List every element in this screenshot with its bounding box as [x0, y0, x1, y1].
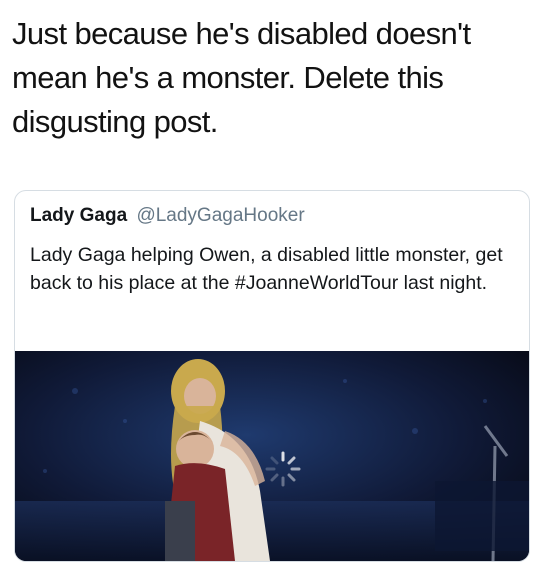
author-display-name[interactable]: Lady Gaga — [30, 205, 127, 226]
author-handle[interactable]: @LadyGagaHooker — [136, 205, 304, 226]
video-still-image — [15, 351, 529, 561]
quoted-tweet-text: Lady Gaga helping Owen, a disabled littl… — [30, 244, 503, 294]
tweet-media-video[interactable] — [15, 351, 529, 561]
post-text: Just because he's disabled doesn't mean … — [12, 16, 471, 139]
quoted-tweet-header: Lady Gaga @LadyGagaHooker — [30, 205, 305, 227]
quoted-tweet-card[interactable]: Lady Gaga @LadyGagaHooker Lady Gaga help… — [14, 190, 530, 562]
